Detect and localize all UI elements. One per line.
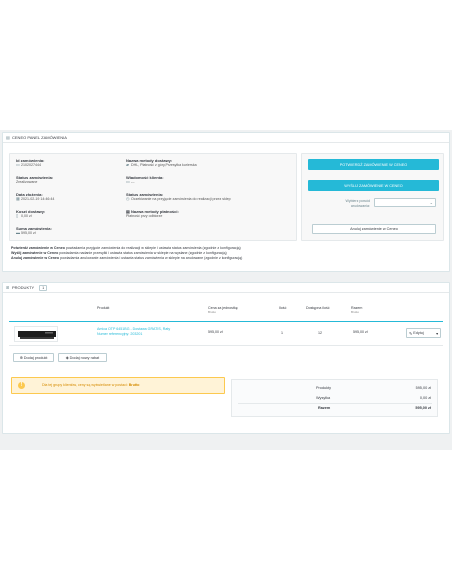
delivery-method-value: DHL, Płatność z góry,Przesyłka kurierska [131,163,197,167]
price-display-warning: ! Dla tej grupy klientów, ceny są wyświe… [11,377,225,394]
id-card-icon: ▭ [16,162,20,167]
truck-icon: ▰ [126,162,130,167]
cancel-order-button[interactable]: Anuluj zamówienie w Ceneo [312,224,436,234]
shipping-cost-value-wrap: ▯ 0,00 zł [16,213,45,219]
legend-confirm-title: Potwierdź zamówienie w Ceneo [11,246,65,250]
col-total: Razem Brutto [351,306,362,314]
products-count-badge: 1 [39,284,48,291]
product-name-link[interactable]: Amica OTP 6451BG - Dostawa GRATIS, Raty [97,327,170,331]
delivery-method-value-wrap: ▰ DHL, Płatność z góry,Przesyłka kuriersk… [126,162,197,168]
product-reference: Numer referencyjny: 203201 [97,332,143,336]
product-unit-price: 595,00 zł [208,330,223,334]
add-discount-button[interactable]: ◈ Dodaj nowy rabat [58,353,107,362]
legend-cancel-title: Anuluj zamówienie w Ceneo [11,256,60,260]
col-total-sub: Brutto [351,310,360,314]
order-info-box: Id zamówienia: ▭ 2102027444 Status zamówi… [9,153,297,241]
plus-circle-icon: ⊕ [19,356,23,360]
legend-cancel-text: powiadamia anulowanie zamówienia i ustaw… [60,256,243,260]
legend-confirm-text: powiadamia przyjęcie zamówienia do reali… [65,246,241,250]
ceneo-status-value: Oczekiwanie na przyjęcie zamówienia do r… [131,197,231,201]
actions-legend: Potwierdź zamówienie w Ceneo powiadamia … [11,246,242,261]
money-icon: ▬ [16,230,20,235]
order-id-value: 2102027444 [21,163,41,167]
legend-ship-title: Wyślij zamówienie w Ceneo [11,251,59,255]
table-row: Amica OTP 6451BG - Dostawa GRATIS, Raty … [9,322,443,346]
payment-method-value: Płatność przy odbiorze [126,214,163,218]
payment-method-field: ▤ Nazwa metody płatności: Płatność przy o… [126,209,179,218]
add-product-label: Dodaj produkt [23,355,48,360]
customer-message-field: Wiadomość klienta: ▭ --- [126,175,164,184]
summary-total-label: Razem [318,406,331,410]
ceneo-status-field: Status zamówienia: ◷ Oczekiwanie na przyj… [126,192,231,201]
ship-order-button[interactable]: WYŚLIJ ZAMÓWIENIE W CENEO [308,180,439,191]
col-available: Dostępna ilość [306,306,330,310]
col-unit-price: Cena za jednostkę Brutto [208,306,238,314]
ceneo-panel-icon: ▤ [6,134,10,140]
document-icon: ▯ [16,213,19,218]
col-qty: Ilość [279,306,287,310]
products-panel: ⊞ PRODUKTY 1 Produkt Cena za jednostkę Br… [2,282,450,434]
caret-down-icon: ▾ [436,331,438,336]
order-total-value-wrap: ▬ 595,00 zł [16,230,52,236]
delivery-method-field: Nazwa metody dostawy: ▰ DHL, Płatność z g… [126,158,197,167]
summary-products-value: 595,00 zł [415,386,431,390]
summary-total-value: 595,00 zł [415,406,431,410]
calendar-icon: ▦ [16,196,20,201]
chevron-down-icon: ⌄ [429,200,433,205]
pencil-icon: ✎ [409,331,413,336]
customer-message-value: --- [131,180,135,184]
order-total-value: 595,00 zł [21,231,36,235]
summary-shipping-label: Wysyłka [316,396,331,400]
order-total-field: Suma zamówienia: ▬ 595,00 zł [16,226,52,235]
cooker-hood-image [18,331,56,339]
payment-icon: ▤ [126,208,130,214]
order-summary: Produkty 595,00 zł Wysyłka 0,00 zł Razem… [231,379,438,417]
product-available: 12 [318,331,322,335]
order-id-value-wrap: ▭ 2102027444 [16,162,44,168]
message-icon: ▭ [126,179,130,184]
product-qty: 1 [281,331,283,335]
confirm-order-button[interactable]: POTWIERDŹ ZAMÓWIENIE W CENEO [308,159,439,170]
order-date-value-wrap: ▦ 2021-02-19 14:46:44 [16,196,55,202]
edit-product-button[interactable]: ✎ Edytuj ▾ [406,328,441,338]
cart-icon: ⊞ [6,284,10,290]
order-status-field: Status zamówienia: Zrealizowane [16,175,53,184]
ceneo-panel: ▤ CENEO PANEL ZAMÓWIENIA Id zamówienia: … [2,132,450,272]
cancel-reason-label: Wybierz powód anulowania: [345,199,370,208]
product-total: 595,00 zł [353,330,368,334]
clock-icon: ◷ [126,196,130,201]
legend-ship-text: powiadamia nadanie przesyłki i ustawia s… [59,251,227,255]
order-status-value: Zrealizowane [16,180,38,184]
order-date-value: 2021-02-19 14:46:44 [21,197,55,201]
customer-message-value-wrap: ▭ --- [126,179,164,185]
col-product: Produkt [97,306,110,310]
ceneo-panel-header: ▤ CENEO PANEL ZAMÓWIENIA [3,133,449,143]
shipping-cost-field: Koszt dostawy: ▯ 0,00 zł [16,209,45,218]
product-image [14,326,58,342]
warning-bold: Brutto [128,383,140,387]
summary-shipping-value: 0,00 zł [419,396,431,400]
shipping-cost-value: 0,00 zł [21,214,32,218]
edit-label: Edytuj [413,331,424,335]
add-product-button[interactable]: ⊕ Dodaj produkt [13,353,54,362]
warning-icon: ! [18,382,25,389]
cancel-reason-select[interactable]: ⌄ [374,198,436,207]
summary-divider [238,403,432,404]
ceneo-panel-title: CENEO PANEL ZAMÓWIENIA [12,135,67,140]
legend-cancel: Anuluj zamówienie w Ceneo powiadamia anu… [11,256,242,261]
warning-text-wrap: Dla tej grupy klientów, ceny są wyświetl… [42,383,139,387]
warning-text: Dla tej grupy klientów, ceny są wyświetl… [42,383,128,387]
products-header: ⊞ PRODUKTY 1 [3,283,449,293]
order-date-field: Data złożenia: ▦ 2021-02-19 14:46:44 [16,192,54,201]
tag-icon: ◈ [65,356,69,360]
ceneo-status-value-wrap: ◷ Oczekiwanie na przyjęcie zamówienia do … [126,196,231,202]
summary-products-label: Produkty [316,386,331,390]
col-unit-price-sub: Brutto [208,310,217,314]
order-actions-box: POTWIERDŹ ZAMÓWIENIE W CENEO WYŚLIJ ZAMÓ… [301,153,444,241]
order-id-field: Id zamówienia: ▭ 2102027444 [16,158,44,167]
products-title: PRODUKTY [12,285,35,290]
add-discount-label: Dodaj nowy rabat [69,355,100,360]
